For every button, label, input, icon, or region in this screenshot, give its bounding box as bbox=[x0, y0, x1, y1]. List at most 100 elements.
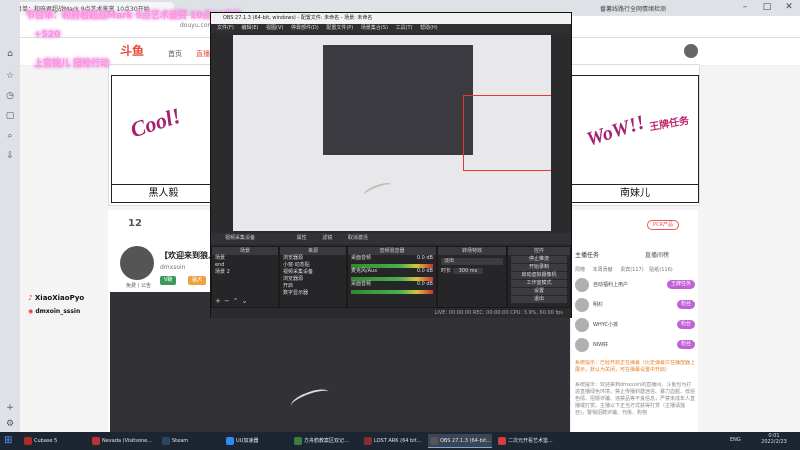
taskbar-app[interactable]: UU加速器 bbox=[224, 434, 288, 448]
scene-item[interactable]: 场景 2 bbox=[212, 269, 278, 276]
menu-item[interactable]: 文件(F) bbox=[217, 25, 234, 31]
user-badge: 粉丝 bbox=[676, 320, 695, 329]
taskbar-app[interactable]: Steam bbox=[160, 434, 220, 448]
bookmark-icon[interactable]: ▢ bbox=[4, 110, 16, 122]
handle-text: dmxoin_sssin bbox=[35, 308, 81, 315]
rank-tab[interactable]: 直播间榜 bbox=[645, 250, 669, 259]
subtab[interactable]: 贴纸(116) bbox=[649, 267, 672, 273]
left-poster: Cool! 黑人毅 bbox=[111, 75, 216, 203]
exit-button[interactable]: 退出 bbox=[511, 296, 567, 303]
user-name: NIW好 bbox=[593, 342, 609, 348]
task-tab[interactable]: 主播任务 bbox=[575, 250, 599, 259]
duration-input[interactable]: 300 ms bbox=[452, 268, 484, 274]
avatar bbox=[575, 318, 589, 332]
search-icon[interactable]: ⌕ bbox=[4, 130, 16, 142]
subtab[interactable]: 周榜 bbox=[575, 267, 585, 273]
transition-select[interactable]: 淡出 bbox=[441, 258, 503, 265]
user-name: WHYC小孩 bbox=[593, 322, 618, 328]
studio-mode-button[interactable]: 工作室模式 bbox=[511, 280, 567, 287]
nav-home[interactable]: 首页 bbox=[168, 49, 182, 59]
subtab[interactable]: 本周贡献 bbox=[593, 267, 613, 273]
browser-sidebar: ⌂ ☆ ◷ ▢ ⌕ ⇩ + ⚙ bbox=[0, 0, 20, 432]
taskbar-app[interactable]: 二次元开看艺术鉴... bbox=[496, 434, 560, 448]
nav-live[interactable]: 直播 bbox=[196, 49, 210, 59]
history-icon[interactable]: ◷ bbox=[4, 90, 16, 102]
anchor-avatar[interactable] bbox=[120, 246, 154, 280]
clock[interactable]: 0:01 2022/2/23 bbox=[756, 433, 792, 445]
menu-item[interactable]: 配置文件(P) bbox=[326, 25, 353, 31]
app-icon bbox=[162, 437, 170, 445]
source-item[interactable]: 浏览器源 bbox=[280, 255, 346, 262]
list-item[interactable]: WHYC小孩 粉丝 bbox=[575, 316, 695, 334]
app-icon bbox=[364, 437, 372, 445]
dock-title: 场景 bbox=[212, 247, 278, 255]
nested-capture bbox=[323, 45, 473, 155]
menu-item[interactable]: 场景集合(S) bbox=[361, 25, 388, 31]
minimize-icon[interactable]: – bbox=[734, 1, 756, 13]
clock-date: 2022/2/23 bbox=[761, 439, 787, 445]
mixer-track: 桌面音频 0.0 dB bbox=[348, 281, 436, 288]
obs-status-bar: LIVE: 00:00:00 REC: 00:00:00 CPU: 3.9%, … bbox=[211, 309, 571, 318]
download-icon[interactable]: ⇩ bbox=[4, 150, 16, 162]
source-item[interactable]: 小窗·动态贴 bbox=[280, 262, 346, 269]
obs-preview[interactable] bbox=[233, 35, 551, 231]
scene-item[interactable]: end bbox=[212, 262, 278, 269]
maximize-icon[interactable]: □ bbox=[756, 1, 778, 13]
selection-box[interactable] bbox=[463, 95, 551, 171]
settings-button[interactable]: 设置 bbox=[511, 288, 567, 295]
taskbar: ⊞ Cubase 5 Nevada (Visitsone... Steam UU… bbox=[0, 432, 800, 450]
taskbar-app[interactable]: LOST ARK (64 bit... bbox=[362, 434, 424, 448]
menu-item[interactable]: 停靠部件(D) bbox=[291, 25, 319, 31]
pk-button[interactable]: PCR产品 bbox=[647, 220, 679, 230]
menu-item[interactable]: 视图(V) bbox=[266, 25, 283, 31]
subtab[interactable]: 贵宾(117) bbox=[620, 267, 643, 273]
list-item[interactable]: 自动福利上用户 王牌任务 bbox=[575, 276, 695, 294]
source-item[interactable]: 浏览器源 bbox=[280, 276, 346, 283]
app-icon bbox=[294, 437, 302, 445]
windows-start-icon[interactable]: ⊞ bbox=[4, 435, 16, 447]
taskbar-app[interactable]: Nevada (Visitsone... bbox=[90, 434, 156, 448]
list-item[interactable]: NIW好 粉丝 bbox=[575, 336, 695, 354]
star-icon[interactable]: ☆ bbox=[4, 70, 16, 82]
close-icon[interactable]: ✕ bbox=[778, 1, 800, 13]
scene-controls[interactable]: +−⌃⌄ bbox=[215, 297, 250, 305]
language-indicator[interactable]: ENG bbox=[730, 437, 741, 443]
virtual-camera-button[interactable]: 启动虚拟摄像机 bbox=[511, 272, 567, 279]
obs-title-bar[interactable]: OBS 27.1.3 (64-bit, windows) - 配置文件: 未命名… bbox=[211, 13, 571, 24]
taskbar-app[interactable]: Cubase 5 bbox=[22, 434, 86, 448]
app-label: OBS 27.1.3 (64-bit... bbox=[440, 438, 491, 444]
home-icon[interactable]: ⌂ bbox=[4, 48, 16, 60]
scene-item[interactable]: 场景 bbox=[212, 255, 278, 262]
source-item[interactable]: 开启 bbox=[280, 283, 346, 290]
taskbar-app[interactable]: 方舟鹤教案区双记... bbox=[292, 434, 358, 448]
deactivate-button[interactable]: 取消激活 bbox=[348, 235, 368, 241]
menu-item[interactable]: 帮助(H) bbox=[420, 25, 438, 31]
stop-streaming-button[interactable]: 停止推流 bbox=[511, 256, 567, 263]
duration-row: 时长 300 ms bbox=[438, 268, 506, 275]
source-item[interactable]: 数字显示器 bbox=[280, 290, 346, 297]
source-item[interactable]: 视频采集设备 bbox=[280, 269, 346, 276]
site-logo[interactable]: 斗鱼 bbox=[120, 42, 144, 59]
obs-window: OBS 27.1.3 (64-bit, windows) - 配置文件: 未命名… bbox=[210, 12, 572, 318]
avatar bbox=[575, 278, 589, 292]
tab-label: 番薯线路行全网情绪检测 bbox=[600, 6, 667, 13]
menu-item[interactable]: 工具(T) bbox=[396, 25, 413, 31]
list-item[interactable]: 明杉 粉丝 bbox=[575, 296, 695, 314]
taskbar-app[interactable]: OBS 27.1.3 (64-bit... bbox=[428, 434, 492, 448]
add-icon[interactable]: + bbox=[4, 402, 16, 414]
filters-button[interactable]: 滤镜 bbox=[322, 235, 332, 241]
mixer-track: 桌面音频 0.0 dB bbox=[348, 255, 436, 262]
track-db: 0.0 dB bbox=[416, 255, 433, 261]
anchor-name[interactable]: dmxsoin bbox=[160, 264, 185, 271]
start-recording-button[interactable]: 开始录制 bbox=[511, 264, 567, 271]
audio-mixer-dock: 音频混音器 桌面音频 0.0 dB 麦克风/Aux 0.0 dB 桌面音频 0.… bbox=[347, 246, 437, 308]
follow-button[interactable]: 免费丨公告 bbox=[126, 282, 151, 289]
user-avatar[interactable] bbox=[684, 44, 698, 58]
dock-title: 控件 bbox=[508, 247, 570, 255]
volume-meter[interactable] bbox=[351, 290, 433, 294]
properties-button[interactable]: 属性 bbox=[297, 235, 307, 241]
track-db: 0.0 dB bbox=[416, 268, 433, 274]
settings-icon[interactable]: ⚙ bbox=[4, 418, 16, 430]
browser-tab-right[interactable]: 番薯线路行全网情绪检测 bbox=[594, 2, 714, 16]
menu-item[interactable]: 编辑(E) bbox=[241, 25, 258, 31]
